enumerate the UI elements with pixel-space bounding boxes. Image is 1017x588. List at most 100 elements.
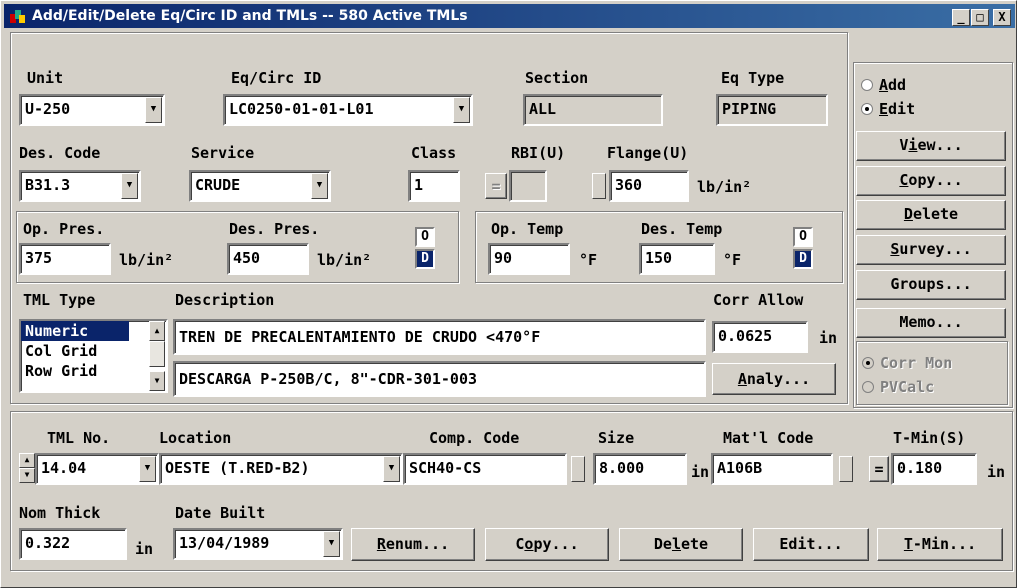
window-title: Add/Edit/Delete Eq/Circ ID and TMLs -- 5… xyxy=(32,8,468,24)
size-unit: in xyxy=(691,463,710,481)
rbi-label: RBI(U) xyxy=(511,144,566,162)
description-line1[interactable]: TREN DE PRECALENTAMIENTO DE CRUDO <470°F xyxy=(173,319,706,355)
add-radio[interactable]: Add xyxy=(861,76,906,94)
minimize-button[interactable]: _ xyxy=(952,9,970,26)
matl-code-field[interactable]: A106B xyxy=(711,453,833,485)
pvcalc-radio[interactable]: PVCalc xyxy=(862,378,934,396)
chevron-down-icon[interactable]: ▼ xyxy=(323,531,340,557)
op-temp-field[interactable]: 90 xyxy=(488,243,570,275)
class-label: Class xyxy=(411,144,457,162)
comp-code-label: Comp. Code xyxy=(429,429,520,447)
tmin-field[interactable]: 0.180 xyxy=(891,453,977,485)
descode-select[interactable]: B31.3 ▼ xyxy=(19,170,141,202)
spin-up-icon[interactable]: ▲ xyxy=(19,453,35,468)
location-label: Location xyxy=(159,429,232,447)
survey-button[interactable]: Survey... xyxy=(856,235,1006,265)
copy-tml-button[interactable]: Copy... xyxy=(485,528,609,561)
eqcirc-label: Eq/Circ ID xyxy=(231,69,322,87)
flange-unit: lb/in² xyxy=(697,178,752,196)
app-icon xyxy=(10,10,25,23)
temp-op-button[interactable]: O xyxy=(793,227,813,247)
renum-button[interactable]: Renum... xyxy=(351,528,475,561)
nom-thick-unit: in xyxy=(135,540,154,558)
op-pres-field[interactable]: 375 xyxy=(19,243,111,275)
pres-des-button[interactable]: D xyxy=(415,249,435,269)
groups-button[interactable]: Groups... xyxy=(856,270,1006,300)
location-select[interactable]: OESTE (T.RED-B2) ▼ xyxy=(159,453,403,485)
chevron-down-icon[interactable]: ▼ xyxy=(311,173,328,199)
memo-button[interactable]: Memo... xyxy=(856,308,1006,338)
view-button[interactable]: View... xyxy=(856,131,1006,161)
rbi-field xyxy=(509,170,547,202)
edit-radio[interactable]: Edit xyxy=(861,100,915,118)
eqcirc-select[interactable]: LC0250-01-01-L01 ▼ xyxy=(223,94,473,126)
tmltype-list[interactable]: Numeric Col Grid Row Grid ▲ ▼ xyxy=(19,319,168,393)
chevron-down-icon[interactable]: ▼ xyxy=(453,97,470,123)
copy-equip-button[interactable]: Copy... xyxy=(856,166,1006,196)
edit-tml-button[interactable]: Edit... xyxy=(753,528,869,561)
radio-selected-icon xyxy=(861,103,873,115)
unit-select[interactable]: U-250 ▼ xyxy=(19,94,165,126)
flange-slider-thumb[interactable] xyxy=(592,173,606,199)
tmin-button[interactable]: T-Min... xyxy=(877,528,1003,561)
service-select[interactable]: CRUDE ▼ xyxy=(189,170,331,202)
op-pres-unit: lb/in² xyxy=(119,251,174,269)
descode-label: Des. Code xyxy=(19,144,101,162)
matl-code-label: Mat'l Code xyxy=(723,429,814,447)
corr-allow-field[interactable]: 0.0625 xyxy=(712,321,808,353)
description-label: Description xyxy=(175,291,275,309)
radio-selected-icon xyxy=(862,357,874,369)
flange-field[interactable]: 360 xyxy=(609,170,689,202)
des-pres-unit: lb/in² xyxy=(317,251,372,269)
service-label: Service xyxy=(191,144,255,162)
scrollbar-track[interactable] xyxy=(149,341,165,367)
flange-label: Flange(U) xyxy=(607,144,689,162)
class-field[interactable]: 1 xyxy=(408,170,460,202)
scroll-up-icon[interactable]: ▲ xyxy=(149,321,165,341)
tml-no-select[interactable]: 14.04 ▼ xyxy=(35,453,159,485)
date-built-select[interactable]: 13/04/1989 ▼ xyxy=(173,528,343,560)
analy-label: naly... xyxy=(746,370,811,388)
corrmon-radio[interactable]: Corr Mon xyxy=(862,354,952,372)
op-temp-unit: °F xyxy=(579,251,598,269)
size-label: Size xyxy=(598,429,635,447)
maximize-button[interactable]: □ xyxy=(971,9,989,26)
comp-code-field[interactable]: SCH40-CS xyxy=(403,453,567,485)
spin-down-icon[interactable]: ▼ xyxy=(19,468,35,483)
chevron-down-icon[interactable]: ▼ xyxy=(121,173,138,199)
tmin-equals-button[interactable]: = xyxy=(869,456,889,482)
des-pres-field[interactable]: 450 xyxy=(227,243,309,275)
eqtype-field: PIPING xyxy=(716,94,828,126)
tmltype-option-colgrid[interactable]: Col Grid xyxy=(21,341,166,361)
date-built-label: Date Built xyxy=(175,504,266,522)
tml-no-label: TML No. xyxy=(47,429,111,447)
nom-thick-field[interactable]: 0.322 xyxy=(19,528,127,560)
op-temp-label: Op. Temp xyxy=(491,220,564,238)
rbi-equals-button[interactable]: = xyxy=(485,173,507,199)
chevron-down-icon[interactable]: ▼ xyxy=(383,456,400,482)
temp-des-button[interactable]: D xyxy=(793,249,813,269)
chevron-down-icon[interactable]: ▼ xyxy=(139,456,156,482)
dialog-window: Add/Edit/Delete Eq/Circ ID and TMLs -- 5… xyxy=(0,0,1017,588)
unit-label: Unit xyxy=(27,69,64,87)
analy-button[interactable]: Analy... xyxy=(712,363,836,395)
tmin-label: T-Min(S) xyxy=(893,429,966,447)
title-bar: Add/Edit/Delete Eq/Circ ID and TMLs -- 5… xyxy=(4,4,1015,28)
comp-code-slider-thumb[interactable] xyxy=(571,456,585,482)
chevron-down-icon[interactable]: ▼ xyxy=(145,97,162,123)
size-field[interactable]: 8.000 xyxy=(593,453,687,485)
tmltype-option-rowgrid[interactable]: Row Grid xyxy=(21,361,166,381)
matl-code-slider-thumb[interactable] xyxy=(839,456,853,482)
op-pres-label: Op. Pres. xyxy=(23,220,105,238)
des-temp-field[interactable]: 150 xyxy=(639,243,715,275)
delete-equip-button[interactable]: Delete xyxy=(856,200,1006,230)
close-button[interactable]: X xyxy=(993,9,1011,26)
radio-icon xyxy=(861,79,873,91)
scroll-down-icon[interactable]: ▼ xyxy=(149,371,165,391)
radio-icon xyxy=(862,381,874,393)
description-line2[interactable]: DESCARGA P-250B/C, 8"-CDR-301-003 xyxy=(173,361,706,397)
delete-tml-button[interactable]: Delete xyxy=(619,528,743,561)
pres-op-button[interactable]: O xyxy=(415,227,435,247)
tmin-unit: in xyxy=(987,463,1006,481)
tmltype-option-numeric[interactable]: Numeric xyxy=(21,321,129,341)
